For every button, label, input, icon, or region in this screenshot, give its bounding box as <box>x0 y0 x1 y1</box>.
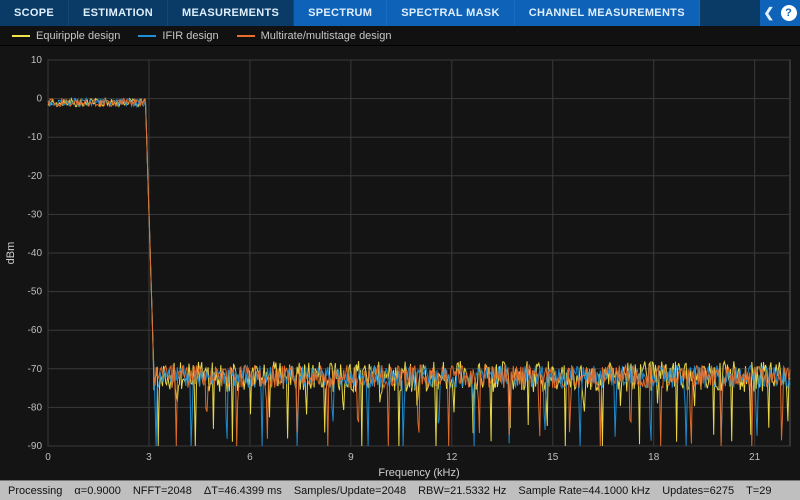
legend-swatch <box>237 35 255 37</box>
tab-spectral-mask[interactable]: SPECTRAL MASK <box>387 0 514 26</box>
svg-text:3: 3 <box>146 452 152 463</box>
svg-text:21: 21 <box>749 452 761 463</box>
legend-item-multirate[interactable]: Multirate/multistage design <box>237 30 392 42</box>
svg-text:-60: -60 <box>28 325 43 336</box>
svg-text:dBm: dBm <box>5 242 17 265</box>
tab-scope[interactable]: SCOPE <box>0 0 69 26</box>
status-state: Processing <box>8 485 62 497</box>
svg-text:6: 6 <box>247 452 253 463</box>
svg-text:18: 18 <box>648 452 660 463</box>
svg-text:-80: -80 <box>28 402 43 413</box>
legend-swatch <box>138 35 156 37</box>
chevron-left-icon: ❮ <box>763 5 774 21</box>
help-button[interactable]: ❮ ? <box>760 0 800 26</box>
svg-text:-20: -20 <box>28 171 43 182</box>
legend-label: IFIR design <box>162 30 218 42</box>
svg-text:15: 15 <box>547 452 559 463</box>
svg-text:10: 10 <box>31 55 43 66</box>
spectrum-analyzer-window: SCOPE ESTIMATION MEASUREMENTS SPECTRUM S… <box>0 0 800 500</box>
legend: Equiripple design IFIR design Multirate/… <box>0 26 800 46</box>
status-srate: Sample Rate=44.1000 kHz <box>518 485 650 497</box>
status-alpha: α=0.9000 <box>74 485 120 497</box>
status-spu: Samples/Update=2048 <box>294 485 406 497</box>
svg-text:-40: -40 <box>28 248 43 259</box>
svg-text:-90: -90 <box>28 441 43 452</box>
svg-text:0: 0 <box>36 94 42 105</box>
status-t: T=29 <box>746 485 771 497</box>
top-nav: SCOPE ESTIMATION MEASUREMENTS SPECTRUM S… <box>0 0 800 26</box>
status-nfft: NFFT=2048 <box>133 485 192 497</box>
legend-item-equiripple[interactable]: Equiripple design <box>12 30 120 42</box>
tab-measurements[interactable]: MEASUREMENTS <box>168 0 294 26</box>
chart-canvas: 100-10-20-30-40-50-60-70-80-900369121518… <box>0 46 800 480</box>
tab-spectrum[interactable]: SPECTRUM <box>294 0 387 26</box>
svg-text:Frequency (kHz): Frequency (kHz) <box>378 467 459 479</box>
spectrum-plot[interactable]: 100-10-20-30-40-50-60-70-80-900369121518… <box>0 46 800 480</box>
status-updates: Updates=6275 <box>662 485 734 497</box>
tab-estimation[interactable]: ESTIMATION <box>69 0 168 26</box>
svg-text:9: 9 <box>348 452 354 463</box>
legend-item-ifir[interactable]: IFIR design <box>138 30 218 42</box>
tab-channel-measurements[interactable]: CHANNEL MEASUREMENTS <box>515 0 700 26</box>
legend-label: Equiripple design <box>36 30 120 42</box>
svg-text:-10: -10 <box>28 132 43 143</box>
help-icon: ? <box>781 5 797 21</box>
status-dt: ΔT=46.4399 ms <box>204 485 282 497</box>
svg-text:-50: -50 <box>28 287 43 298</box>
nav-spacer <box>700 0 760 26</box>
status-bar: Processing α=0.9000 NFFT=2048 ΔT=46.4399… <box>0 480 800 500</box>
legend-label: Multirate/multistage design <box>261 30 392 42</box>
svg-text:12: 12 <box>446 452 458 463</box>
legend-swatch <box>12 35 30 37</box>
svg-text:-30: -30 <box>28 209 43 220</box>
status-rbw: RBW=21.5332 Hz <box>418 485 506 497</box>
svg-text:-70: -70 <box>28 364 43 375</box>
svg-text:0: 0 <box>45 452 51 463</box>
